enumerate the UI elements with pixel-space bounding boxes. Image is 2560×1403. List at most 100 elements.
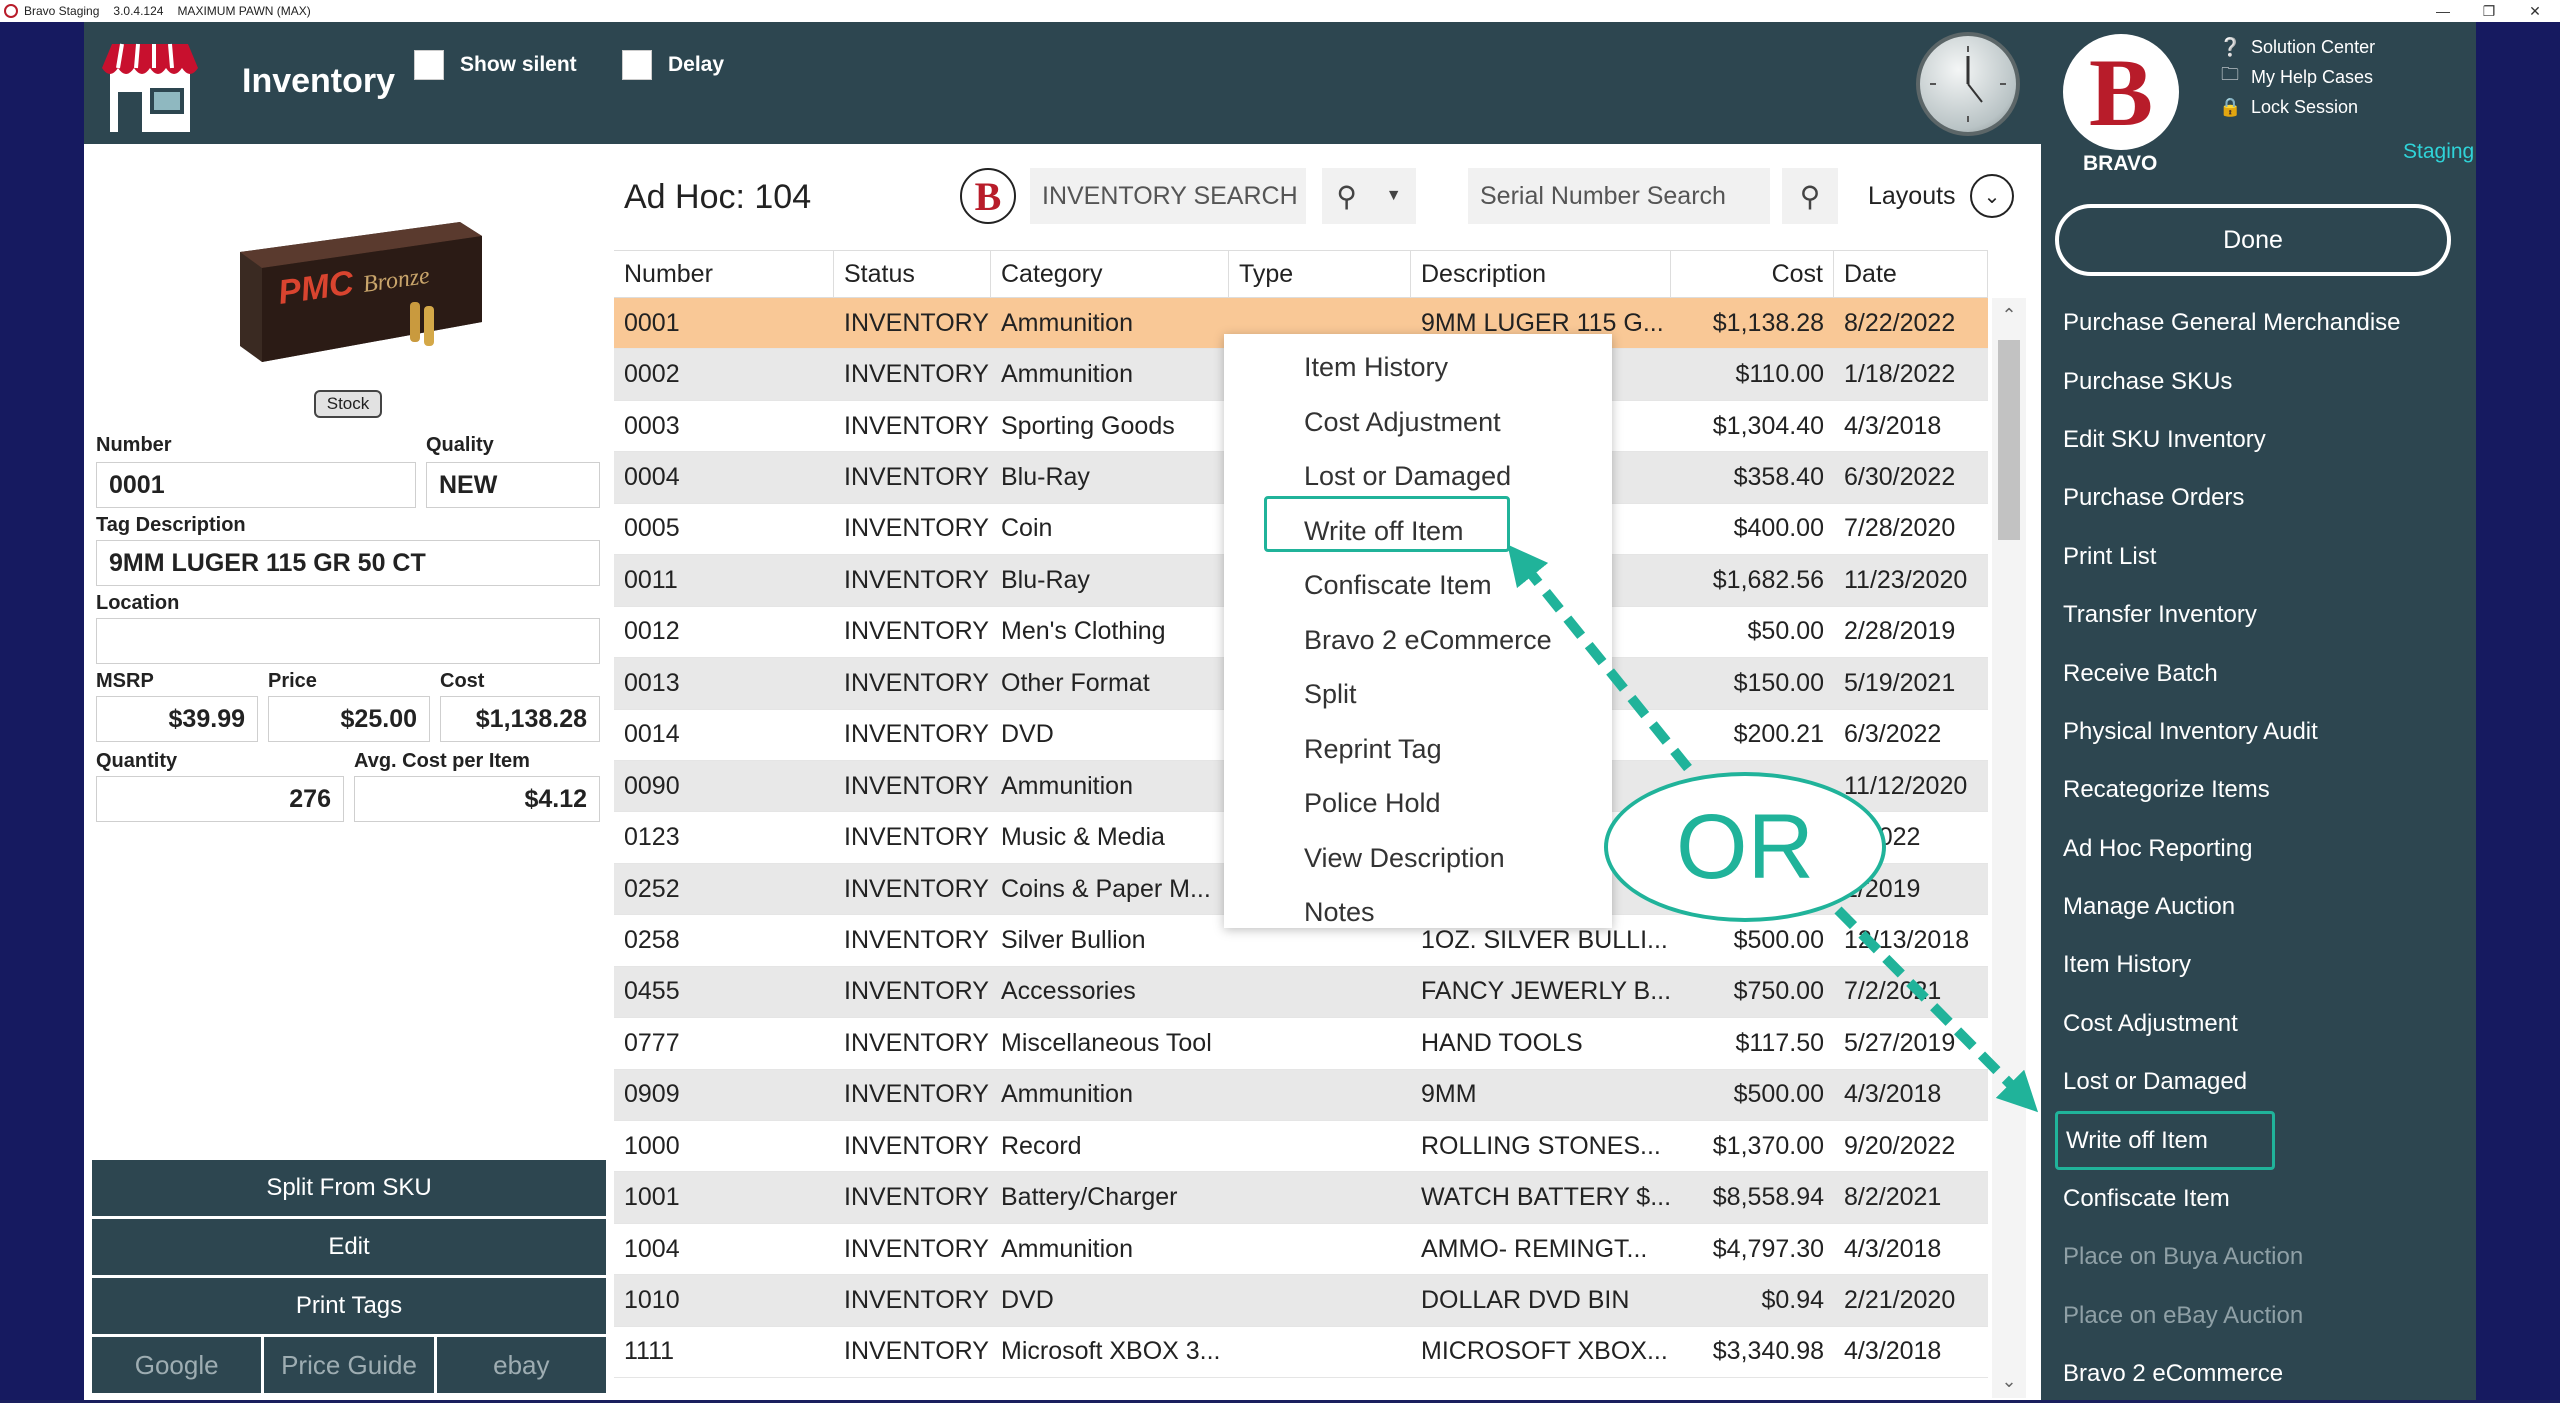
menu-item-purchase-general-merchandise[interactable]: Purchase General Merchandise bbox=[2055, 294, 2465, 352]
menu-item-purchase-skus[interactable]: Purchase SKUs bbox=[2055, 352, 2465, 410]
table-row[interactable]: 1010 INVENTORY DVD DOLLAR DVD BIN $0.94 2/21/… bbox=[614, 1275, 1988, 1327]
menu-item-print-list[interactable]: Print List bbox=[2055, 528, 2465, 586]
location-field[interactable] bbox=[96, 618, 600, 664]
menu-item-item-history[interactable]: Item History bbox=[2055, 936, 2465, 994]
app-logo-icon bbox=[4, 4, 18, 18]
tag-description-field[interactable]: 9MM LUGER 115 GR 50 CT bbox=[96, 540, 600, 586]
context-item-write-off-item[interactable]: Write off Item bbox=[1304, 516, 1464, 547]
quality-field[interactable]: NEW bbox=[426, 462, 600, 508]
menu-item-confiscate-item[interactable]: Confiscate Item bbox=[2055, 1170, 2465, 1228]
context-item-lost-or-damaged[interactable]: Lost or Damaged bbox=[1304, 461, 1511, 492]
table-row[interactable]: 1111 INVENTORY Microsoft XBOX 3... MICROSOF… bbox=[614, 1326, 1988, 1379]
minimize-icon[interactable]: — bbox=[2420, 0, 2466, 22]
menu-item-ad-hoc-reporting[interactable]: Ad Hoc Reporting bbox=[2055, 820, 2465, 878]
table-row[interactable]: 0909 INVENTORY Ammunition 9MM $500.00 4/3/201… bbox=[614, 1069, 1988, 1121]
close-icon[interactable]: ✕ bbox=[2512, 0, 2558, 22]
cell-number: 0012 bbox=[624, 617, 680, 646]
cell-category: Record bbox=[1001, 1131, 1082, 1160]
menu-item-edit-sku-inventory[interactable]: Edit SKU Inventory bbox=[2055, 411, 2465, 469]
cell-category: Blu-Ray bbox=[1001, 463, 1090, 492]
column-header-status[interactable]: Status bbox=[834, 251, 991, 297]
scroll-down-icon[interactable]: ⌄ bbox=[1992, 1364, 2026, 1398]
cell-type bbox=[1229, 1224, 1411, 1274]
context-item-confiscate-item[interactable]: Confiscate Item bbox=[1304, 570, 1492, 601]
show-silent-checkbox[interactable]: Show silent bbox=[414, 50, 577, 80]
ebay-button[interactable]: ebay bbox=[436, 1337, 606, 1393]
table-row[interactable]: 1004 INVENTORY Ammunition AMMO- REMINGT... $… bbox=[614, 1223, 1988, 1276]
msrp-label: MSRP bbox=[96, 670, 154, 692]
cell-description: AMMO- REMINGT... bbox=[1421, 1234, 1648, 1263]
menu-item-write-off-item[interactable]: Write off Item bbox=[2055, 1111, 2275, 1170]
checkbox-box[interactable] bbox=[414, 50, 444, 80]
cell-description: HAND TOOLS bbox=[1421, 1028, 1583, 1057]
cell-type bbox=[1229, 1327, 1411, 1377]
cell-category: Music & Media bbox=[1001, 823, 1165, 852]
lock-session-link[interactable]: 🔒 Lock Session bbox=[2219, 92, 2375, 122]
solution-center-link[interactable]: ❔ Solution Center bbox=[2219, 32, 2375, 62]
my-help-cases-link[interactable]: 🗀 My Help Cases bbox=[2219, 62, 2375, 92]
serial-number-search-input[interactable]: Serial Number Search bbox=[1468, 168, 1770, 224]
edit-button[interactable]: Edit bbox=[92, 1219, 606, 1275]
menu-item-receive-batch[interactable]: Receive Batch bbox=[2055, 644, 2465, 702]
price-guide-button[interactable]: Price Guide bbox=[264, 1337, 434, 1393]
price-field[interactable]: $25.00 bbox=[268, 696, 430, 742]
menu-item-cost-adjustment[interactable]: Cost Adjustment bbox=[2055, 995, 2465, 1053]
avg-cost-field[interactable]: $4.12 bbox=[354, 776, 600, 822]
inventory-search-input[interactable]: INVENTORY SEARCH bbox=[1030, 168, 1306, 224]
context-item-view-description[interactable]: View Description bbox=[1304, 843, 1505, 874]
table-row[interactable]: 1001 INVENTORY Battery/Charger WATCH BATTER… bbox=[614, 1172, 1988, 1224]
scroll-up-icon[interactable]: ⌃ bbox=[1992, 298, 2026, 332]
cost-field[interactable]: $1,138.28 bbox=[440, 696, 600, 742]
checkbox-box[interactable] bbox=[622, 50, 652, 80]
number-field[interactable]: 0001 bbox=[96, 462, 416, 508]
serial-search-button[interactable]: ⚲ bbox=[1782, 168, 1838, 224]
context-item-split[interactable]: Split bbox=[1304, 679, 1357, 710]
context-item-cost-adjustment[interactable]: Cost Adjustment bbox=[1304, 407, 1501, 438]
cell-number: 0090 bbox=[624, 771, 680, 800]
delay-checkbox[interactable]: Delay bbox=[622, 50, 724, 80]
google-button[interactable]: Google bbox=[92, 1337, 262, 1393]
table-scrollbar[interactable]: ⌃ ⌄ bbox=[1992, 298, 2026, 1398]
column-header-type[interactable]: Type bbox=[1229, 251, 1411, 297]
scroll-thumb[interactable] bbox=[1998, 340, 2020, 540]
menu-item-physical-inventory-audit[interactable]: Physical Inventory Audit bbox=[2055, 703, 2465, 761]
column-header-category[interactable]: Category bbox=[991, 251, 1229, 297]
cell-number: 1111 bbox=[624, 1337, 675, 1366]
cell-cost: $0.94 bbox=[1761, 1286, 1824, 1315]
context-item-reprint-tag[interactable]: Reprint Tag bbox=[1304, 734, 1442, 765]
context-item-notes[interactable]: Notes bbox=[1304, 897, 1375, 928]
dropdown-arrow-icon[interactable]: ▼ bbox=[1386, 187, 1402, 205]
done-button[interactable]: Done bbox=[2055, 204, 2451, 276]
or-callout: OR bbox=[1604, 772, 1886, 922]
show-silent-label: Show silent bbox=[460, 53, 577, 76]
menu-item-recategorize-items[interactable]: Recategorize Items bbox=[2055, 761, 2465, 819]
number-label: Number bbox=[96, 434, 172, 456]
table-row[interactable]: 0455 INVENTORY Accessories FANCY JEWERLY B.… bbox=[614, 966, 1988, 1019]
restore-icon[interactable]: ❐ bbox=[2466, 0, 2512, 22]
menu-item-purchase-orders[interactable]: Purchase Orders bbox=[2055, 469, 2465, 527]
context-item-bravo-2-ecommerce[interactable]: Bravo 2 eCommerce bbox=[1304, 625, 1552, 656]
menu-item-transfer-inventory[interactable]: Transfer Inventory bbox=[2055, 586, 2465, 644]
menu-item-manage-auction[interactable]: Manage Auction bbox=[2055, 878, 2465, 936]
print-tags-button[interactable]: Print Tags bbox=[92, 1278, 606, 1334]
column-header-description[interactable]: Description bbox=[1411, 251, 1671, 297]
tag-description-label: Tag Description bbox=[96, 514, 246, 536]
msrp-field[interactable]: $39.99 bbox=[96, 696, 258, 742]
chevron-down-icon[interactable]: ⌄ bbox=[1970, 174, 2014, 218]
table-row[interactable]: 0777 INVENTORY Miscellaneous Tool HAND TOOL… bbox=[614, 1018, 1988, 1070]
column-header-number[interactable]: Number bbox=[614, 251, 834, 297]
cell-category: DVD bbox=[1001, 1286, 1054, 1315]
quantity-field[interactable]: 276 bbox=[96, 776, 344, 822]
column-header-date[interactable]: Date bbox=[1834, 251, 1988, 297]
column-header-cost[interactable]: Cost bbox=[1671, 251, 1834, 297]
menu-item-lost-or-damaged[interactable]: Lost or Damaged bbox=[2055, 1053, 2465, 1111]
menu-item-bravo-2-ecommerce[interactable]: Bravo 2 eCommerce bbox=[2055, 1345, 2465, 1403]
bravo-search-icon[interactable]: B bbox=[960, 168, 1016, 224]
bravo-logo: B bbox=[2063, 34, 2179, 150]
cell-date: 6/30/2022 bbox=[1844, 463, 1956, 492]
inventory-search-button[interactable]: ⚲ ▼ bbox=[1322, 168, 1416, 224]
split-from-sku-button[interactable]: Split From SKU bbox=[92, 1160, 606, 1216]
context-item-police-hold[interactable]: Police Hold bbox=[1304, 788, 1441, 819]
table-row[interactable]: 1000 INVENTORY Record ROLLING STONES... $1,3… bbox=[614, 1121, 1988, 1173]
context-item-item-history[interactable]: Item History bbox=[1304, 352, 1448, 383]
